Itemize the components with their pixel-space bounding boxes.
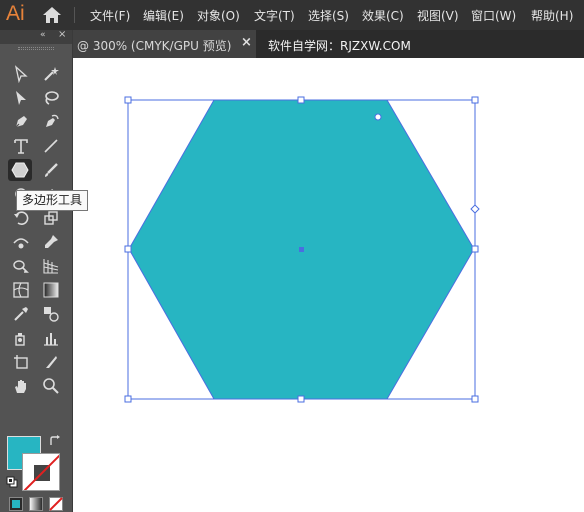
selection-tool-icon[interactable] <box>9 63 33 85</box>
center-point <box>299 247 304 252</box>
menu-object[interactable]: 对象(O) <box>197 7 240 24</box>
resize-handle-bottom-left[interactable] <box>124 395 132 403</box>
artboard-canvas[interactable] <box>73 58 584 512</box>
zoom-tool-icon[interactable] <box>39 375 63 397</box>
corner-radius-widget[interactable] <box>374 113 382 121</box>
resize-handle-bottom-center[interactable] <box>297 395 305 403</box>
type-tool-icon[interactable] <box>9 135 33 157</box>
swap-fill-stroke-icon[interactable] <box>48 434 62 448</box>
default-colors-icon[interactable] <box>6 476 18 488</box>
magic-wand-tool-icon[interactable] <box>39 63 63 85</box>
artboard-tool-icon[interactable] <box>9 351 33 373</box>
hand-tool-icon[interactable] <box>9 375 33 397</box>
eyedropper-tool-icon[interactable] <box>9 303 33 325</box>
symbol-sprayer-tool-icon[interactable] <box>9 327 33 349</box>
menu-help[interactable]: 帮助(H) <box>531 7 573 24</box>
menu-type[interactable]: 文字(T) <box>254 7 295 24</box>
column-graph-tool-icon[interactable] <box>39 327 63 349</box>
tab-document-label: @ 300% (CMYK/GPU 预览) <box>77 39 232 53</box>
blend-tool-icon[interactable] <box>39 303 63 325</box>
direct-selection-tool-icon[interactable] <box>9 87 33 109</box>
close-icon[interactable]: × <box>58 29 66 40</box>
resize-handle-top-center[interactable] <box>297 96 305 104</box>
document-tab-bar: @ 300% (CMYK/GPU 预览) × 软件自学网：RJZXW.COM <box>73 30 584 58</box>
menu-select[interactable]: 选择(S) <box>308 7 349 24</box>
perspective-grid-tool-icon[interactable] <box>39 255 63 277</box>
tool-tooltip: 多边形工具 <box>16 190 89 211</box>
resize-handle-middle-left[interactable] <box>124 245 132 253</box>
menu-edit[interactable]: 编辑(E) <box>143 7 184 24</box>
line-segment-tool-icon[interactable] <box>39 135 63 157</box>
shape-builder-tool-icon[interactable] <box>9 255 33 277</box>
stroke-color-swatch[interactable] <box>22 453 60 491</box>
gradient-mode-icon[interactable] <box>29 497 43 511</box>
puppet-warp-tool-icon[interactable] <box>39 231 63 253</box>
mesh-tool-icon[interactable] <box>9 279 33 301</box>
lasso-tool-icon[interactable] <box>39 87 63 109</box>
artwork-layer[interactable] <box>73 58 584 512</box>
slice-tool-icon[interactable] <box>39 351 63 373</box>
menu-effect[interactable]: 效果(C) <box>362 7 404 24</box>
home-icon[interactable] <box>41 5 63 25</box>
side-count-widget[interactable] <box>470 204 480 214</box>
menu-file[interactable]: 文件(F) <box>90 7 130 24</box>
tab-document-active[interactable]: @ 300% (CMYK/GPU 预览) × <box>73 30 256 58</box>
tab-second-label: 软件自学网：RJZXW.COM <box>268 39 411 53</box>
drag-handle[interactable] <box>18 47 54 50</box>
tab-second[interactable]: 软件自学网：RJZXW.COM <box>256 30 584 58</box>
resize-handle-top-right[interactable] <box>471 96 479 104</box>
menu-bar: Ai 文件(F) 编辑(E) 对象(O) 文字(T) 选择(S) 效果(C) 视… <box>0 0 584 30</box>
pen-tool-icon[interactable] <box>9 111 33 133</box>
polygon-tool-icon[interactable] <box>8 159 32 181</box>
color-mode-icon[interactable] <box>9 497 23 511</box>
width-tool-icon[interactable] <box>9 231 33 253</box>
curvature-tool-icon[interactable] <box>39 111 63 133</box>
paintbrush-tool-icon[interactable] <box>39 159 63 181</box>
menu-separator <box>74 7 75 23</box>
menu-view[interactable]: 视图(V) <box>417 7 459 24</box>
tools-panel-header: « × <box>0 29 72 44</box>
none-indicator <box>23 454 59 490</box>
resize-handle-bottom-right[interactable] <box>471 395 479 403</box>
tab-close-button[interactable]: × <box>241 35 252 50</box>
resize-handle-middle-right[interactable] <box>471 245 479 253</box>
resize-handle-top-left[interactable] <box>124 96 132 104</box>
none-mode-icon[interactable] <box>49 497 63 511</box>
tools-panel: « × <box>0 29 73 512</box>
gradient-tool-icon[interactable] <box>39 279 63 301</box>
menu-window[interactable]: 窗口(W) <box>471 7 516 24</box>
app-logo: Ai <box>6 2 25 25</box>
collapse-icon[interactable]: « <box>40 30 46 40</box>
